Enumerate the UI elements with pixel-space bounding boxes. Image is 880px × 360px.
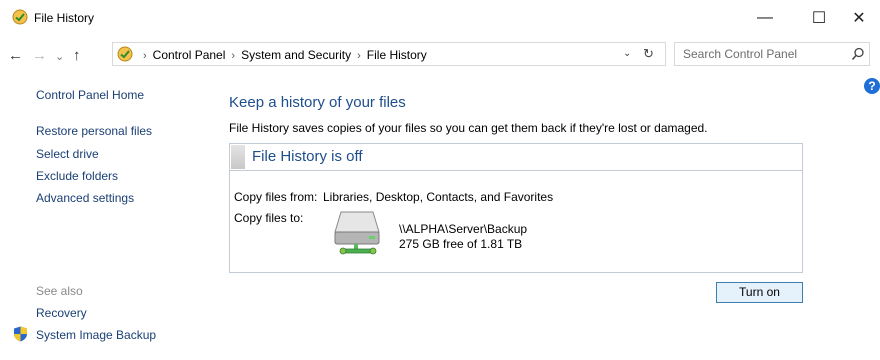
copy-to-label: Copy files to: (234, 211, 304, 225)
minimize-icon: — (757, 9, 773, 26)
see-also-heading: See also (36, 284, 83, 298)
turn-on-button[interactable]: Turn on (716, 282, 803, 303)
control-panel-icon (117, 46, 133, 62)
breadcrumb-system-and-security[interactable]: System and Security (241, 48, 351, 62)
sidebar-control-panel-home[interactable]: Control Panel Home (36, 88, 144, 102)
copy-from-value: Libraries, Desktop, Contacts, and Favori… (323, 190, 554, 204)
address-dropdown-chevron-icon[interactable]: ⌄ (623, 48, 631, 59)
status-indicator (231, 145, 245, 169)
status-header: File History is off (230, 144, 802, 171)
close-icon: ✕ (852, 10, 866, 27)
maximize-icon: ☐ (811, 10, 827, 27)
sidebar-item-exclude-folders[interactable]: Exclude folders (36, 169, 118, 183)
see-also-system-image-backup[interactable]: System Image Backup (36, 328, 156, 342)
breadcrumb-control-panel[interactable]: Control Panel (153, 48, 226, 62)
back-arrow-icon[interactable]: ← (8, 48, 23, 64)
page-title: Keep a history of your files (229, 94, 406, 111)
breadcrumb-separator-icon[interactable]: › (357, 50, 361, 62)
search-input[interactable] (675, 43, 851, 65)
breadcrumb-items: › Control Panel › System and Security › File … (137, 48, 427, 62)
window-title: File History (34, 11, 95, 25)
file-history-app-icon (12, 9, 28, 25)
breadcrumb-separator-icon[interactable]: › (231, 50, 235, 62)
network-drive-icon (334, 211, 380, 255)
minimize-button[interactable]: — (742, 0, 788, 36)
shield-icon (14, 326, 27, 342)
copy-from-label: Copy files from: (234, 190, 318, 204)
breadcrumb-file-history[interactable]: File History (367, 48, 427, 62)
see-also-recovery[interactable]: Recovery (36, 306, 87, 320)
forward-arrow-icon[interactable]: → (32, 48, 47, 64)
sidebar-item-select-drive[interactable]: Select drive (36, 147, 99, 161)
recent-locations-chevron-icon[interactable]: ⌄ (55, 49, 64, 65)
sidebar-item-advanced-settings[interactable]: Advanced settings (36, 191, 134, 205)
breadcrumb[interactable]: › Control Panel › System and Security › File … (112, 42, 666, 66)
search-box (674, 42, 870, 66)
title-bar: File History — ☐ ✕ (0, 0, 880, 36)
up-arrow-icon[interactable]: ↑ (73, 48, 81, 64)
breadcrumb-separator-icon[interactable]: › (143, 50, 147, 62)
file-history-status-panel: File History is off Copy files from: Lib… (229, 143, 803, 273)
close-button[interactable]: ✕ (836, 0, 880, 36)
refresh-icon[interactable]: ↻ (643, 46, 654, 62)
sidebar-item-restore-personal-files[interactable]: Restore personal files (36, 124, 152, 138)
status-text: File History is off (252, 148, 363, 165)
drive-free-space: 275 GB free of 1.81 TB (399, 237, 523, 251)
search-icon[interactable] (851, 47, 865, 61)
drive-path: \\ALPHA\Server\Backup (399, 222, 528, 236)
page-description: File History saves copies of your files … (229, 121, 708, 135)
help-icon[interactable]: ? (864, 78, 880, 94)
